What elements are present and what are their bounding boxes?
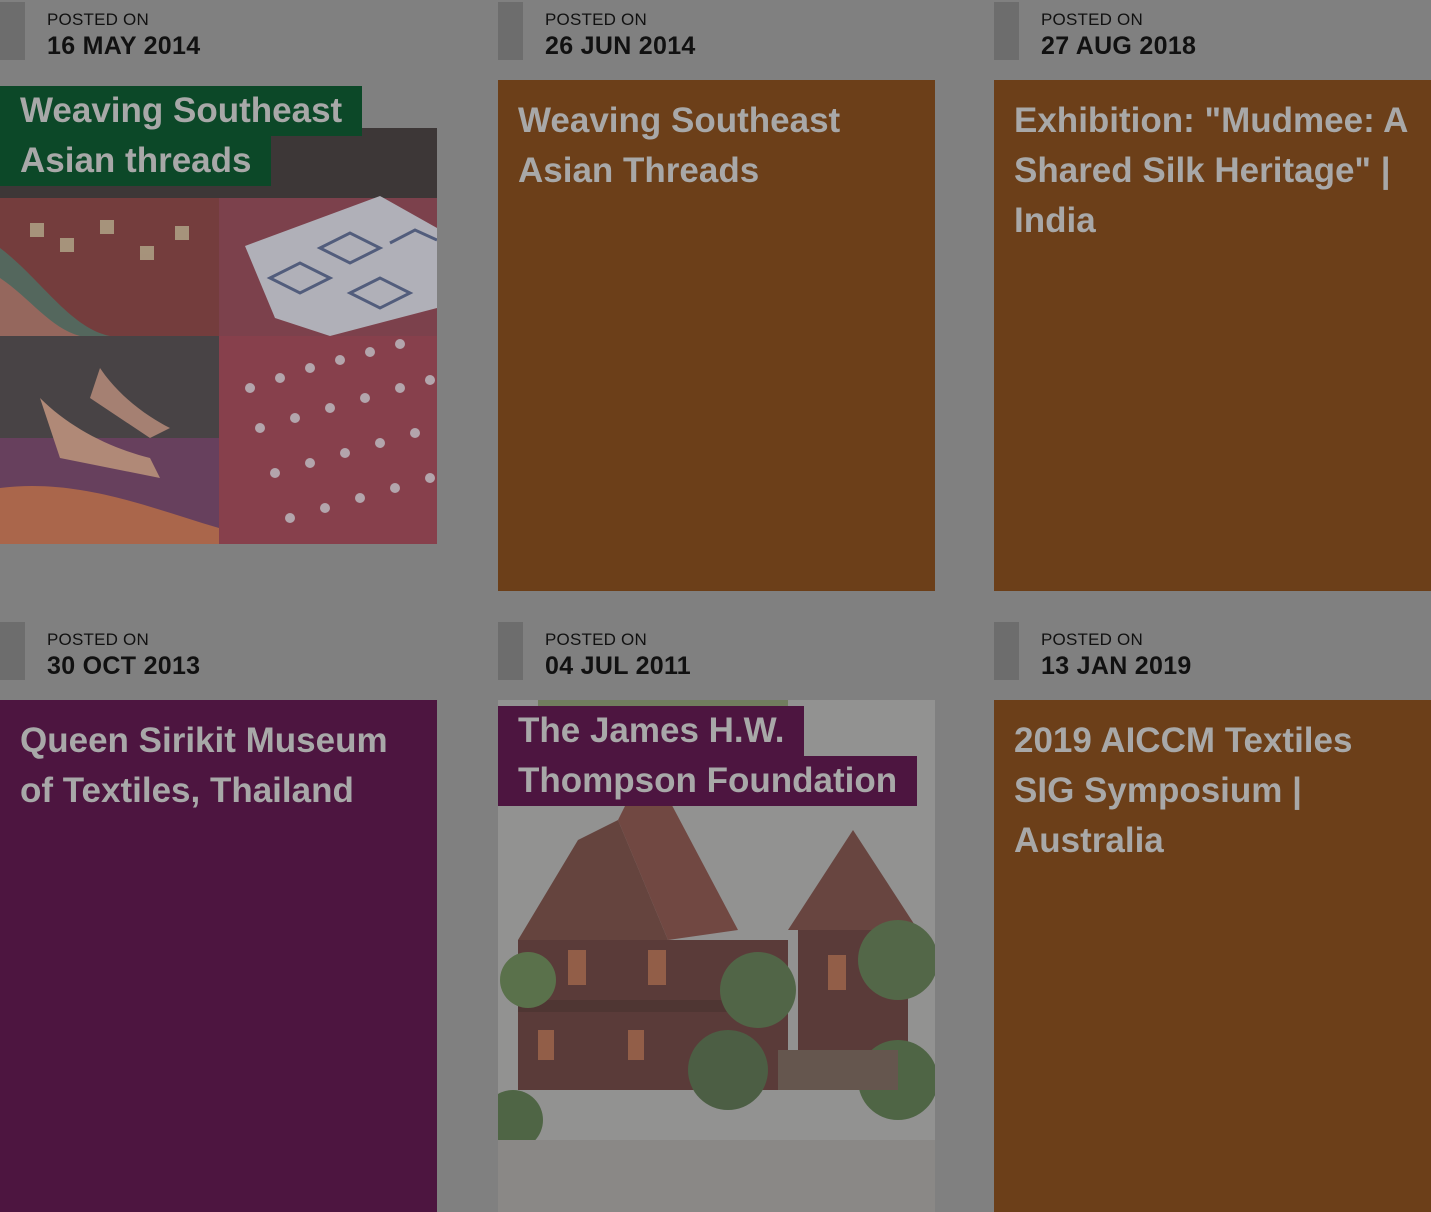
- post-tile-link[interactable]: Weaving Southeast Asian Threads: [498, 80, 935, 591]
- post-meta: POSTED ON 26 JUN 2014: [498, 0, 935, 60]
- textile-collage-image: [0, 128, 437, 544]
- meta-accent-bar: [0, 622, 25, 680]
- post-meta: POSTED ON 16 MAY 2014: [0, 0, 437, 60]
- post-title[interactable]: 2019 AICCM Textiles SIG Symposium | Aust…: [1014, 716, 1374, 866]
- post-title-line[interactable]: The James H.W.: [498, 706, 805, 756]
- post-date: 30 OCT 2013: [47, 652, 201, 680]
- post-title-line[interactable]: Weaving Southeast: [0, 86, 363, 136]
- post-tile-link[interactable]: 2019 AICCM Textiles SIG Symposium | Aust…: [994, 700, 1431, 1212]
- posted-on-label: POSTED ON: [47, 630, 149, 649]
- posted-on-label: POSTED ON: [1041, 10, 1143, 29]
- post-meta: POSTED ON 13 JAN 2019: [994, 620, 1431, 680]
- meta-accent-bar: [498, 2, 523, 60]
- post-card[interactable]: POSTED ON 26 JUN 2014 Weaving Southeast …: [498, 0, 935, 592]
- post-card[interactable]: POSTED ON 27 AUG 2018 Exhibition: "Mudme…: [994, 0, 1431, 592]
- post-card[interactable]: POSTED ON 04 JUL 2011 The James H.W. Tho…: [498, 620, 935, 1212]
- posted-on-label: POSTED ON: [545, 630, 647, 649]
- post-title-line[interactable]: Asian threads: [0, 136, 272, 186]
- post-tile-link[interactable]: Exhibition: "Mudmee: A Shared Silk Herit…: [994, 80, 1431, 591]
- post-date: 16 MAY 2014: [47, 32, 201, 60]
- meta-accent-bar: [994, 2, 1019, 60]
- posted-on-label: POSTED ON: [47, 10, 149, 29]
- post-date: 04 JUL 2011: [545, 652, 692, 680]
- post-grid: POSTED ON 16 MAY 2014 Weaving Southeast …: [0, 0, 1431, 1212]
- post-thumbnail-link[interactable]: The James H.W. Thompson Foundation: [498, 700, 935, 1212]
- meta-accent-bar: [498, 622, 523, 680]
- post-card[interactable]: POSTED ON 16 MAY 2014 Weaving Southeast …: [0, 0, 437, 560]
- post-title[interactable]: Queen Sirikit Museum of Textiles, Thaila…: [20, 716, 420, 816]
- post-title-label[interactable]: The James H.W. Thompson Foundation: [498, 706, 918, 806]
- post-thumbnail-link[interactable]: Weaving Southeast Asian threads: [0, 80, 437, 550]
- post-date: 13 JAN 2019: [1041, 652, 1192, 680]
- post-tile-link[interactable]: Queen Sirikit Museum of Textiles, Thaila…: [0, 700, 437, 1212]
- posted-on-label: POSTED ON: [545, 10, 647, 29]
- post-date: 27 AUG 2018: [1041, 32, 1197, 60]
- post-meta: POSTED ON 27 AUG 2018: [994, 0, 1431, 60]
- meta-accent-bar: [994, 622, 1019, 680]
- post-title[interactable]: Weaving Southeast Asian Threads: [518, 96, 878, 196]
- post-card[interactable]: POSTED ON 13 JAN 2019 2019 AICCM Textile…: [994, 620, 1431, 1212]
- post-card[interactable]: POSTED ON 30 OCT 2013 Queen Sirikit Muse…: [0, 620, 437, 1212]
- post-meta: POSTED ON 04 JUL 2011: [498, 620, 935, 680]
- posted-on-label: POSTED ON: [1041, 630, 1143, 649]
- meta-accent-bar: [0, 2, 25, 60]
- post-title-label[interactable]: Weaving Southeast Asian threads: [0, 86, 363, 186]
- post-title-line[interactable]: Thompson Foundation: [498, 756, 918, 806]
- post-meta: POSTED ON 30 OCT 2013: [0, 620, 437, 680]
- post-title[interactable]: Exhibition: "Mudmee: A Shared Silk Herit…: [1014, 96, 1424, 246]
- post-date: 26 JUN 2014: [545, 32, 696, 60]
